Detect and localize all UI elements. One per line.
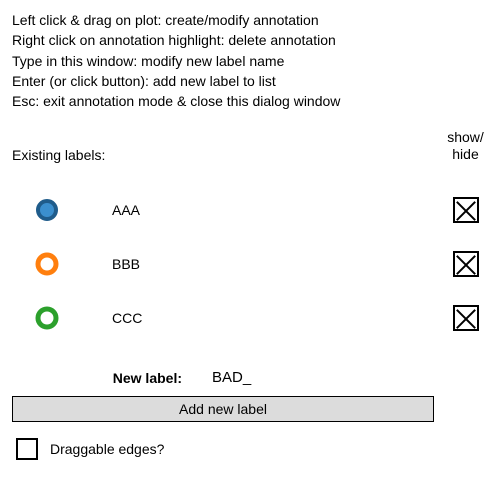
instruction-line: Type in this window: modify new label na…: [12, 51, 488, 71]
add-new-label-button[interactable]: Add new label: [12, 396, 434, 422]
instruction-line: Left click & drag on plot: create/modify…: [12, 10, 488, 30]
checked-box-icon: [453, 305, 479, 331]
draggable-edges-label: Draggable edges?: [50, 441, 164, 457]
new-label-heading: New label:: [12, 370, 212, 386]
label-swatch[interactable]: [12, 305, 82, 331]
instruction-line: Esc: exit annotation mode & close this d…: [12, 91, 488, 111]
instruction-line: Enter (or click button): add new label t…: [12, 71, 488, 91]
show-hide-toggle[interactable]: [443, 251, 488, 277]
label-name[interactable]: BBB: [82, 256, 443, 272]
instructions-block: Left click & drag on plot: create/modify…: [12, 10, 488, 111]
draggable-edges-checkbox[interactable]: [16, 438, 38, 460]
label-row: CCC: [12, 291, 488, 345]
new-label-row: New label: BAD_: [12, 369, 488, 386]
circle-marker-icon: [34, 251, 60, 277]
show-hide-toggle[interactable]: [443, 305, 488, 331]
checked-box-icon: [453, 197, 479, 223]
labels-header-row: Existing labels: show/ hide: [12, 129, 488, 163]
show-hide-toggle[interactable]: [443, 197, 488, 223]
new-label-input[interactable]: BAD_: [212, 369, 251, 386]
circle-marker-icon: [34, 305, 60, 331]
label-swatch[interactable]: [12, 251, 82, 277]
circle-marker-icon: [34, 197, 60, 223]
existing-labels-heading: Existing labels:: [12, 147, 105, 163]
show-hide-heading: show/ hide: [443, 129, 488, 163]
label-swatch[interactable]: [12, 197, 82, 223]
label-name[interactable]: AAA: [82, 202, 443, 218]
label-name[interactable]: CCC: [82, 310, 443, 326]
checked-box-icon: [453, 251, 479, 277]
label-row: AAA: [12, 183, 488, 237]
instruction-line: Right click on annotation highlight: del…: [12, 30, 488, 50]
label-row: BBB: [12, 237, 488, 291]
draggable-edges-row: Draggable edges?: [12, 438, 488, 460]
